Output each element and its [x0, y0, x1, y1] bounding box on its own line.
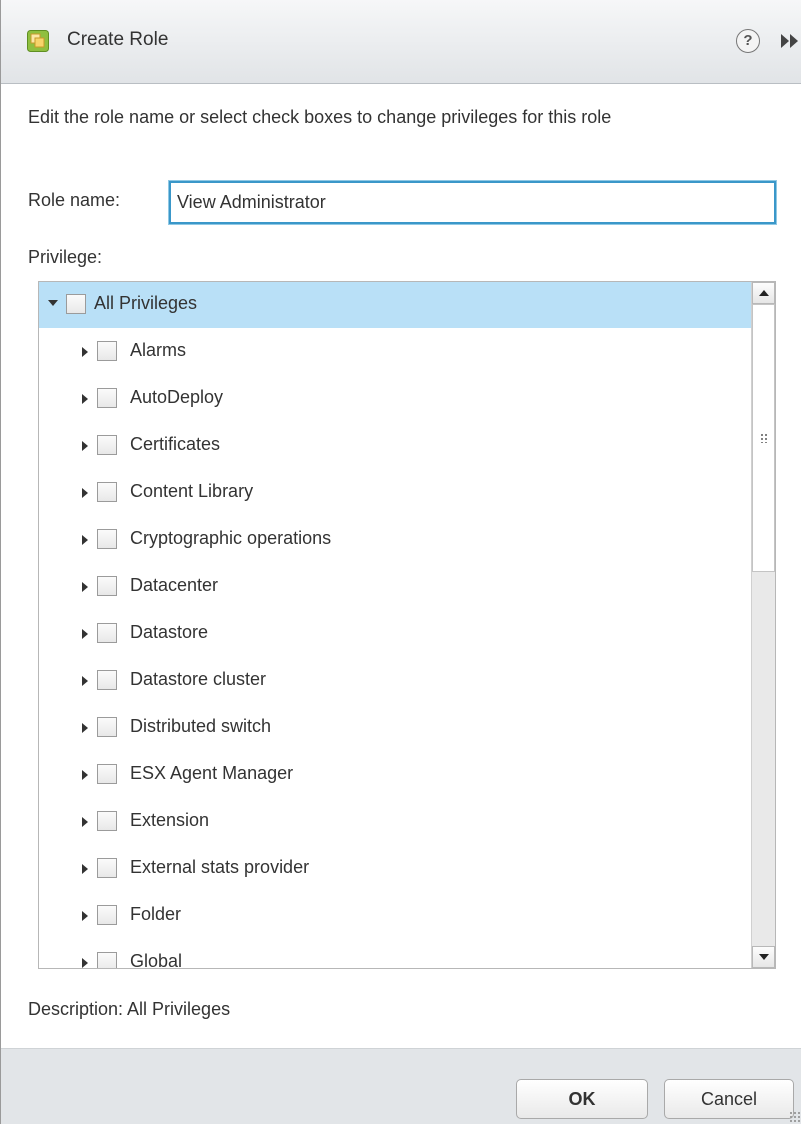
tree-row-label: Cryptographic operations	[130, 528, 332, 548]
tree-row-label: Content Library	[130, 481, 254, 501]
checkbox-extension[interactable]	[97, 811, 117, 831]
tree-row-label: Folder	[130, 904, 182, 924]
resize-grip-icon[interactable]	[789, 1111, 801, 1123]
checkbox-datacenter[interactable]	[97, 576, 117, 596]
expanded-arrow-icon[interactable]	[48, 300, 58, 306]
tree-row-esx-agent-manager[interactable]: ESX Agent Manager	[39, 752, 753, 798]
checkbox-alarms[interactable]	[97, 341, 117, 361]
checkbox-distributed-switch[interactable]	[97, 717, 117, 737]
description-text: Description: All Privileges	[28, 999, 231, 1019]
tree-row-label: Global	[130, 951, 183, 969]
checkbox-autodeploy[interactable]	[97, 388, 117, 408]
checkbox-certificates[interactable]	[97, 435, 117, 455]
role-name-label: Role name:	[28, 190, 121, 210]
collapsed-arrow-icon[interactable]	[82, 347, 88, 357]
tree-row-cryptographic-operations[interactable]: Cryptographic operations	[39, 517, 753, 563]
checkbox-cryptographic-operations[interactable]	[97, 529, 117, 549]
arrow-down-icon	[759, 954, 769, 960]
collapsed-arrow-icon[interactable]	[82, 582, 88, 592]
double-chevron-right-icon[interactable]	[779, 31, 801, 51]
privilege-tree[interactable]: All Privileges Alarms AutoDeploy Certifi…	[38, 281, 776, 969]
collapsed-arrow-icon[interactable]	[82, 911, 88, 921]
collapsed-arrow-icon[interactable]	[82, 817, 88, 827]
collapsed-arrow-icon[interactable]	[82, 864, 88, 874]
collapsed-arrow-icon[interactable]	[82, 535, 88, 545]
tree-row-label: AutoDeploy	[130, 387, 224, 407]
tree-row-folder[interactable]: Folder	[39, 893, 753, 939]
collapsed-arrow-icon[interactable]	[82, 770, 88, 780]
collapsed-arrow-icon[interactable]	[82, 488, 88, 498]
tree-row-content-library[interactable]: Content Library	[39, 470, 753, 516]
collapsed-arrow-icon[interactable]	[82, 676, 88, 686]
ok-button[interactable]: OK	[516, 1079, 648, 1119]
tree-row-label: All Privileges	[94, 293, 198, 313]
tree-row-label: External stats provider	[130, 857, 310, 877]
title-bar: Create Role ?	[1, 0, 801, 84]
checkbox-datastore-cluster[interactable]	[97, 670, 117, 690]
tree-row-alarms[interactable]: Alarms	[39, 329, 753, 375]
tree-row-distributed-switch[interactable]: Distributed switch	[39, 705, 753, 751]
tree-scrollbar[interactable]	[751, 282, 775, 968]
tree-row-extension[interactable]: Extension	[39, 799, 753, 845]
collapsed-arrow-icon[interactable]	[82, 441, 88, 451]
tree-row-label: Datacenter	[130, 575, 219, 595]
checkbox-datastore[interactable]	[97, 623, 117, 643]
tree-row-label: Distributed switch	[130, 716, 272, 736]
dialog-title: Create Role	[67, 29, 169, 50]
checkbox-folder[interactable]	[97, 905, 117, 925]
tree-row-label: Datastore	[130, 622, 209, 642]
checkbox-all-privileges[interactable]	[66, 294, 86, 314]
collapsed-arrow-icon[interactable]	[82, 629, 88, 639]
tree-row-external-stats-provider[interactable]: External stats provider	[39, 846, 753, 892]
tree-row-label: ESX Agent Manager	[130, 763, 294, 783]
collapsed-arrow-icon[interactable]	[82, 958, 88, 968]
scroll-up-button[interactable]	[752, 282, 775, 304]
tree-row-label: Certificates	[130, 434, 221, 454]
tree-row-label: Datastore cluster	[130, 669, 267, 689]
dialog-footer: OK Cancel	[1, 1048, 801, 1124]
role-name-input[interactable]	[169, 181, 776, 224]
checkbox-external-stats-provider[interactable]	[97, 858, 117, 878]
scroll-down-button[interactable]	[752, 946, 775, 968]
arrow-up-icon	[759, 290, 769, 296]
checkbox-global[interactable]	[97, 952, 117, 968]
tree-row-datastore-cluster[interactable]: Datastore cluster	[39, 658, 753, 704]
help-icon[interactable]: ?	[736, 29, 760, 53]
tree-row-label: Extension	[130, 810, 210, 830]
tree-row-datacenter[interactable]: Datacenter	[39, 564, 753, 610]
tree-row-global[interactable]: Global	[39, 940, 753, 969]
create-role-dialog: Create Role ? Edit the role name or sele…	[0, 0, 801, 1124]
tree-row-datastore[interactable]: Datastore	[39, 611, 753, 657]
tree-row-autodeploy[interactable]: AutoDeploy	[39, 376, 753, 422]
checkbox-esx-agent-manager[interactable]	[97, 764, 117, 784]
collapsed-arrow-icon[interactable]	[82, 723, 88, 733]
tree-row-certificates[interactable]: Certificates	[39, 423, 753, 469]
collapsed-arrow-icon[interactable]	[82, 394, 88, 404]
scroll-thumb[interactable]	[752, 304, 775, 572]
checkbox-content-library[interactable]	[97, 482, 117, 502]
vsphere-app-icon	[27, 30, 49, 52]
tree-row-label: Alarms	[130, 340, 187, 360]
tree-row-all-privileges[interactable]: All Privileges	[39, 282, 753, 328]
grip-icon	[760, 433, 768, 443]
instructions-text: Edit the role name or select check boxes…	[28, 107, 612, 127]
cancel-button[interactable]: Cancel	[664, 1079, 794, 1119]
privilege-label: Privilege:	[28, 247, 103, 267]
